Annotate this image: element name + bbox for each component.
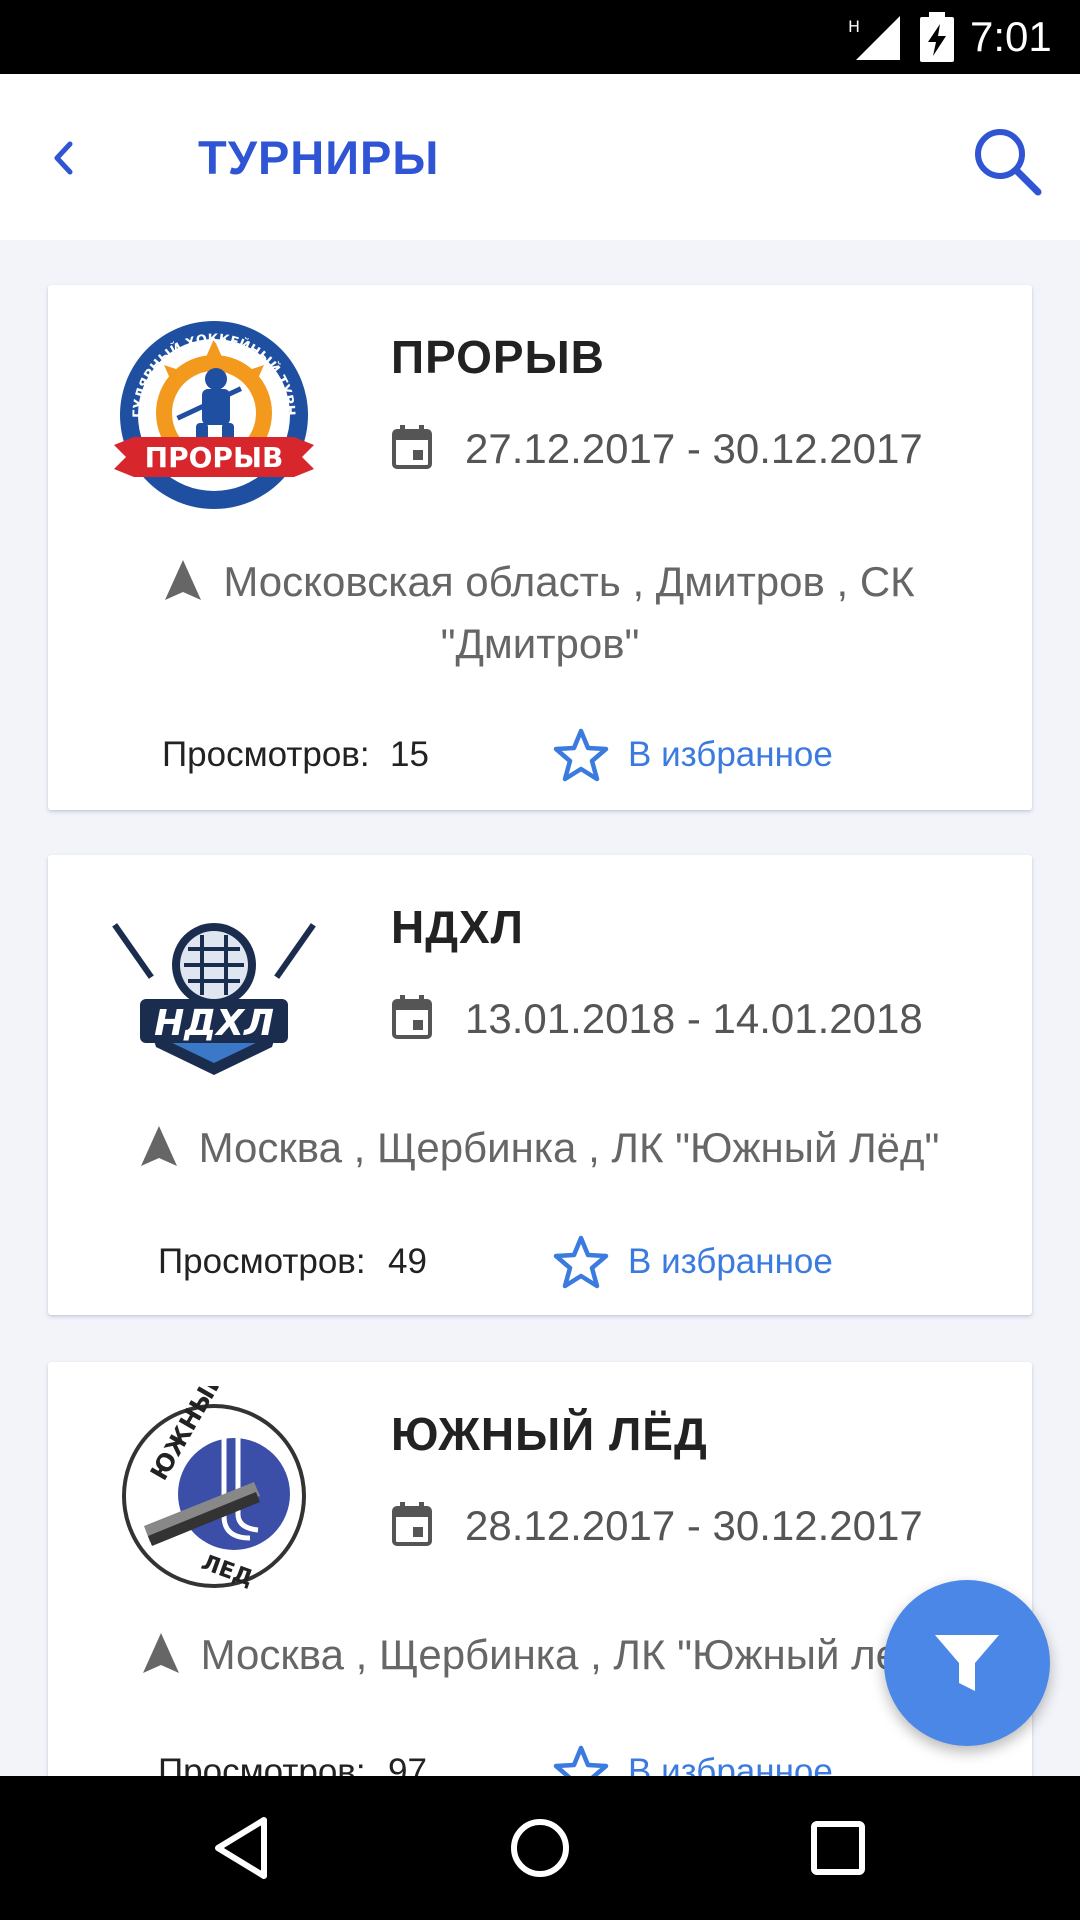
filter-icon xyxy=(935,1635,999,1691)
nav-back-icon xyxy=(215,1817,267,1879)
tournament-list[interactable]: ПРОРЫВ РЕГУЛЯРНЫЙ ХОККЕЙНЫЙ ТУРНИР ПРОРЫ… xyxy=(0,240,1080,1776)
views-count: 15 xyxy=(390,735,429,774)
network-type-label: H xyxy=(848,17,860,36)
card-footer: Просмотров: 15 В избранное xyxy=(48,725,1032,785)
calendar-icon xyxy=(392,995,432,1039)
tournament-logo-yuzhny-led: ЮЖНЫЙ ЛЕД xyxy=(122,1386,306,1592)
star-outline-icon xyxy=(553,1235,609,1289)
tournament-dates: 13.01.2018 - 14.01.2018 xyxy=(465,995,923,1042)
nav-recents-icon xyxy=(811,1821,865,1875)
tournament-title: ЮЖНЫЙ ЛЁД xyxy=(391,1408,708,1460)
card-footer: Просмотров: 49 В избранное xyxy=(48,1232,1032,1292)
calendar-icon xyxy=(392,1502,432,1546)
tournament-dates: 27.12.2017 - 30.12.2017 xyxy=(465,425,923,472)
page-title: ТУРНИРЫ xyxy=(198,131,440,184)
date-range-row: 27.12.2017 - 30.12.2017 xyxy=(391,421,1011,477)
tournament-location-row: Москва , Щербинка , ЛК "Южный Лёд" xyxy=(108,1117,972,1179)
back-button[interactable] xyxy=(40,118,94,198)
signal-icon: H xyxy=(848,16,900,60)
logo-text: ПРОРЫВ xyxy=(145,441,284,474)
tournament-logo-proryv: ПРОРЫВ РЕГУЛЯРНЫЙ ХОККЕЙНЫЙ ТУРНИР xyxy=(104,309,314,509)
tournament-card[interactable]: НДХЛ НДХЛ 13.01.2018 - 14.01.2018 Москва… xyxy=(48,855,1032,1315)
tournament-logo-ndhl: НДХЛ xyxy=(112,923,316,1075)
views-count: 97 xyxy=(388,1752,427,1776)
star-outline-icon xyxy=(553,728,609,782)
date-range-row: 28.12.2017 - 30.12.2017 xyxy=(391,1498,1011,1554)
screen: H 7:01 ТУРНИРЫ ПРОРЫВ ГУЛЯРНЫЙ ХОККЕЙНЫЙ… xyxy=(0,0,1080,1920)
calendar-icon xyxy=(392,425,432,469)
add-to-favorites-button[interactable]: В избранное xyxy=(552,1742,852,1776)
tournament-location: Московская область , Дмитров , СК "Дмитр… xyxy=(223,558,915,667)
location-arrow-icon xyxy=(165,560,202,600)
views-count: 49 xyxy=(388,1242,427,1281)
add-to-favorites-button[interactable]: В избранное xyxy=(552,725,852,785)
tournament-title: ПРОРЫВ xyxy=(391,331,605,383)
tournament-location-row: Московская область , Дмитров , СК "Дмитр… xyxy=(108,551,972,675)
location-arrow-icon xyxy=(142,1633,179,1673)
tournament-card[interactable]: ЮЖНЫЙ ЛЕД ЮЖНЫЙ ЛЁД 28.12.2017 - 30.12.2… xyxy=(48,1362,1032,1776)
status-bar: H 7:01 xyxy=(0,0,1080,74)
chevron-left-icon xyxy=(54,141,73,175)
views-label: Просмотров: xyxy=(162,735,370,774)
favorites-label: В избранное xyxy=(628,1242,833,1281)
tournament-card[interactable]: ПРОРЫВ РЕГУЛЯРНЫЙ ХОККЕЙНЫЙ ТУРНИР ПРОРЫ… xyxy=(48,285,1032,810)
tournament-location: Москва , Щербинка , ЛК "Южный лед" xyxy=(200,1631,938,1678)
app-bar: ТУРНИРЫ xyxy=(0,74,1080,240)
views-label: Просмотров: xyxy=(158,1242,366,1281)
system-nav-bar xyxy=(0,1776,1080,1920)
views-label: Просмотров: xyxy=(158,1752,366,1776)
add-to-favorites-button[interactable]: В избранное xyxy=(552,1232,852,1292)
favorites-label: В избранное xyxy=(628,735,833,774)
status-time: 7:01 xyxy=(970,13,1052,60)
nav-home-icon xyxy=(511,1819,569,1877)
battery-charging-icon xyxy=(920,12,954,62)
tournament-dates: 28.12.2017 - 30.12.2017 xyxy=(465,1502,923,1549)
nav-recents-button[interactable] xyxy=(802,1812,874,1884)
filter-fab-button[interactable] xyxy=(884,1580,1050,1746)
location-arrow-icon xyxy=(140,1126,177,1166)
search-button[interactable] xyxy=(970,124,1046,200)
card-footer: Просмотров: 97 В избранное xyxy=(48,1742,1032,1776)
tournament-location: Москва , Щербинка , ЛК "Южный Лёд" xyxy=(198,1124,940,1171)
date-range-row: 13.01.2018 - 14.01.2018 xyxy=(391,991,1011,1047)
nav-back-button[interactable] xyxy=(206,1812,278,1884)
tournament-title: НДХЛ xyxy=(391,901,524,953)
nav-home-button[interactable] xyxy=(504,1812,576,1884)
logo-text: НДХЛ xyxy=(154,1003,274,1044)
star-outline-icon xyxy=(553,1745,609,1776)
search-icon xyxy=(975,129,1042,196)
favorites-label: В избранное xyxy=(628,1752,833,1776)
tournament-location-row: Москва , Щербинка , ЛК "Южный лед" xyxy=(108,1624,972,1686)
